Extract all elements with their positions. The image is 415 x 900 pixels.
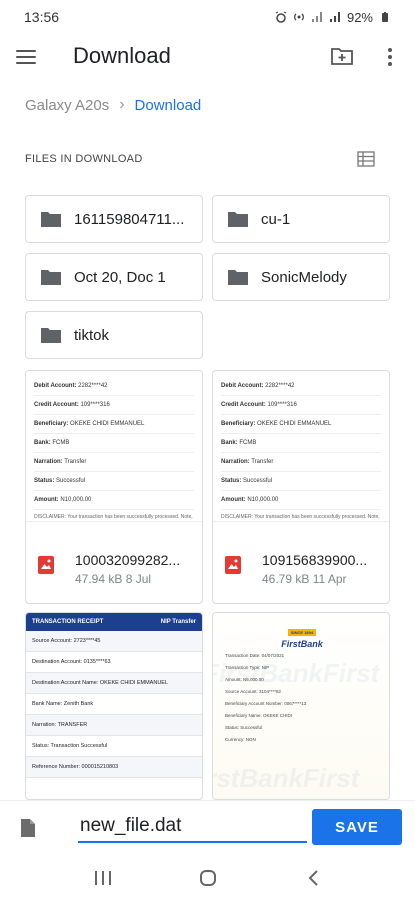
list-view-icon[interactable] bbox=[357, 151, 375, 167]
folder-name: tiktok bbox=[74, 326, 110, 344]
folder-icon bbox=[228, 270, 248, 285]
thumb-row: Bank: FCMB bbox=[34, 434, 194, 453]
battery-icon bbox=[382, 12, 388, 22]
file-card[interactable]: Debit Account: 2282****42 Credit Account… bbox=[25, 370, 203, 604]
back-icon[interactable] bbox=[293, 863, 333, 893]
thumb-disclaimer: DISCLAIMER: Your transaction has been su… bbox=[221, 514, 380, 520]
status-bar: 13:56 92% bbox=[0, 0, 415, 34]
recents-icon[interactable] bbox=[83, 863, 123, 893]
thumb-row: Beneficiary: OKEKE CHIDI EMMANUEL bbox=[221, 415, 381, 434]
thumb-row: Credit Account: 109****316 bbox=[221, 396, 381, 415]
receipt-row: Source Account: 2723****45 bbox=[26, 631, 202, 652]
thumb-row: Amount: N10,000.00 bbox=[221, 491, 381, 510]
thumb-row: Debit Account: 2282****42 bbox=[221, 377, 381, 396]
folder-name: Oct 20, Doc 1 bbox=[74, 268, 166, 286]
signal-icon bbox=[329, 12, 340, 22]
folder-icon bbox=[228, 212, 248, 227]
folder-item[interactable]: cu-1 bbox=[212, 195, 390, 243]
file-card[interactable]: Debit Account: 2282****42 Credit Account… bbox=[212, 370, 390, 604]
file-info: 100032099282... 47.94 kB 8 Jul bbox=[26, 521, 202, 603]
thumb-row: Beneficiary Name: OKEKE CHIDI bbox=[225, 713, 293, 718]
save-bar: SAVE bbox=[0, 800, 415, 856]
thumb-row: Narration: Transfer bbox=[221, 453, 381, 472]
file-thumbnail: Debit Account: 2282****42 Credit Account… bbox=[26, 371, 202, 521]
breadcrumb-current[interactable]: Download bbox=[135, 97, 202, 114]
receipt-row: Bank Name: Zenith Bank bbox=[26, 694, 202, 715]
more-vert-icon[interactable] bbox=[382, 44, 398, 70]
pdf-icon bbox=[225, 556, 241, 574]
breadcrumb-separator: › bbox=[119, 96, 125, 113]
file-meta: 47.94 kB 8 Jul bbox=[75, 572, 152, 586]
thumb-row: Amount: N10,000.00 bbox=[34, 491, 194, 510]
file-card[interactable]: TRANSACTION RECEIPT NIP Transfer Source … bbox=[25, 612, 203, 800]
receipt-row: Destination Account: 0135****63 bbox=[26, 652, 202, 673]
thumb-row: Amount: N5,000.00 bbox=[225, 677, 264, 682]
folder-icon bbox=[41, 212, 61, 227]
thumb-row: Status: Successful bbox=[221, 472, 381, 491]
receipt-row: Destination Account Name: OKEKE CHIDI EM… bbox=[26, 673, 202, 694]
receipt-row: Status: Transaction Successful bbox=[26, 736, 202, 757]
file-meta: 46.79 kB 11 Apr bbox=[262, 572, 347, 586]
thumb-row: Narration: Transfer bbox=[34, 453, 194, 472]
thumb-row: Credit Account: 109****316 bbox=[34, 396, 194, 415]
firstbank-logo: SINCE 1894 FirstBank bbox=[281, 629, 323, 649]
folder-name: cu-1 bbox=[261, 210, 291, 228]
app-bar: Download bbox=[0, 34, 415, 80]
thumb-row: Status: Successful bbox=[225, 725, 263, 730]
folder-name: 161159804711... bbox=[74, 210, 185, 228]
folder-item[interactable]: 161159804711... bbox=[25, 195, 203, 243]
menu-icon[interactable] bbox=[16, 44, 42, 70]
system-nav-bar bbox=[0, 856, 415, 900]
breadcrumb-root[interactable]: Galaxy A20s bbox=[25, 97, 109, 114]
signal-icon bbox=[311, 12, 322, 22]
thumb-row: Bank: FCMB bbox=[221, 434, 381, 453]
watermark: FirstBankFirst bbox=[213, 763, 360, 793]
file-name: 109156839900... bbox=[262, 552, 368, 568]
thumb-row: Source Account: 3104****82 bbox=[225, 689, 282, 694]
pdf-icon bbox=[38, 556, 54, 574]
folder-item[interactable]: Oct 20, Doc 1 bbox=[25, 253, 203, 301]
thumb-row: Currency: NGN bbox=[225, 737, 256, 742]
status-time: 13:56 bbox=[24, 9, 60, 25]
thumb-row: Beneficiary: OKEKE CHIDI EMMANUEL bbox=[34, 415, 194, 434]
folder-icon bbox=[41, 270, 61, 285]
thumb-row: Transaction Date: 04/07/2021 bbox=[225, 653, 285, 658]
folder-name: SonicMelody bbox=[261, 268, 347, 286]
folder-item[interactable]: tiktok bbox=[25, 311, 203, 359]
thumb-disclaimer: DISCLAIMER: Your transaction has been su… bbox=[34, 514, 193, 520]
breadcrumb: Galaxy A20s › Download bbox=[25, 96, 201, 114]
status-icons: 92% bbox=[275, 10, 391, 25]
receipt-row: Narration: TRANSFER bbox=[26, 715, 202, 736]
receipt-header: TRANSACTION RECEIPT NIP Transfer bbox=[26, 613, 202, 631]
receipt-rows: Source Account: 2723****45 Destination A… bbox=[26, 631, 202, 778]
battery-percent: 92% bbox=[346, 9, 373, 25]
file-info: 109156839900... 46.79 kB 11 Apr bbox=[213, 521, 389, 603]
watermark: FirstBankFirst bbox=[212, 658, 380, 688]
file-card[interactable]: FirstBankFirst FirstBankFirst SINCE 1894… bbox=[212, 612, 390, 800]
document-icon bbox=[21, 819, 35, 837]
thumb-row: Beneficiary Account Number: 0067****13 bbox=[225, 701, 307, 706]
filename-input[interactable] bbox=[78, 811, 307, 843]
file-name: 100032099282... bbox=[75, 552, 181, 568]
thumb-row: Debit Account: 2282****42 bbox=[34, 377, 194, 396]
folder-item[interactable]: SonicMelody bbox=[212, 253, 390, 301]
new-folder-icon[interactable] bbox=[330, 46, 354, 66]
section-header: FILES IN DOWNLOAD bbox=[25, 153, 143, 165]
file-thumbnail: FirstBankFirst FirstBankFirst SINCE 1894… bbox=[212, 613, 389, 799]
thumb-row: Transaction Type: NIP bbox=[225, 665, 270, 670]
thumb-row: Status: Successful bbox=[34, 472, 194, 491]
alarm-icon bbox=[275, 11, 287, 23]
save-button[interactable]: SAVE bbox=[312, 809, 402, 845]
file-thumbnail: Debit Account: 2282****42 Credit Account… bbox=[213, 371, 389, 521]
page-title: Download bbox=[73, 43, 171, 68]
folder-icon bbox=[41, 328, 61, 343]
hotspot-icon bbox=[294, 13, 304, 21]
receipt-row: Reference Number: 000015210803 bbox=[26, 757, 202, 778]
home-icon[interactable] bbox=[188, 863, 228, 893]
